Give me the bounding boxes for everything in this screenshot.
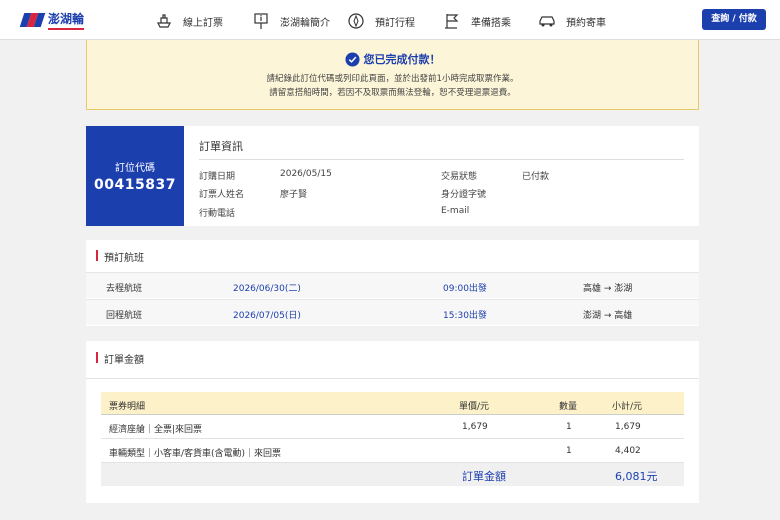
notice-line-1: 請紀錄此訂位代碼或列印此頁面，並於出發前1小時完成取票作業。 [266, 74, 519, 84]
amount-table-header: 票券明細 單價/元 數量 小計/元 [101, 392, 684, 415]
nav-prepare-boarding[interactable]: 準備搭乘 [443, 12, 511, 30]
flight-date: 2026/06/30(二) [233, 284, 301, 294]
table-row: 經濟座艙｜全票|來回票 1,679 1 1,679 [101, 415, 684, 439]
flights-card: 預訂航班 去程航班 2026/06/30(二) 09:00出發 高雄 → 澎湖 … [86, 240, 699, 326]
info-sign-icon [254, 13, 268, 29]
notice-title: 您已完成付款！ [363, 53, 441, 66]
query-payment-button[interactable]: 查詢 / 付款 [702, 9, 766, 30]
status-value: 已付款 [522, 172, 550, 182]
row-item: 經濟座艙｜全票|來回票 [109, 425, 203, 435]
booking-code: 00415837 [94, 177, 176, 193]
top-navbar: 澎湖輪 線上訂票 澎湖輪簡介 預訂行程 準備搭乘 預約寄車 查詢 / 付款 [0, 0, 780, 40]
nav-booking-schedule[interactable]: 預訂行程 [347, 12, 415, 30]
check-circle-icon [344, 51, 360, 67]
row-item: 車輛類型｜小客車/客貨車(含電動)｜來回票 [109, 449, 282, 459]
booking-code-label: 訂位代碼 [115, 163, 155, 174]
name-label: 訂票人姓名 [199, 190, 245, 200]
flight-type: 去程航班 [106, 284, 143, 294]
status-label: 交易狀態 [441, 172, 478, 182]
logo-mark-icon [19, 13, 46, 27]
nav-ferry-intro[interactable]: 澎湖輪簡介 [252, 12, 330, 30]
flight-row-outbound: 去程航班 2026/06/30(二) 09:00出發 高雄 → 澎湖 [86, 272, 699, 298]
flights-section-title: 預訂航班 [96, 249, 144, 264]
amount-section-title: 訂單金額 [96, 351, 144, 366]
nav-car-reservation[interactable]: 預約寄車 [538, 12, 606, 30]
name-value: 廖子賢 [280, 190, 308, 200]
amount-total-row: 訂單金額 6,081元 [101, 463, 684, 486]
flag-icon [445, 14, 459, 29]
purchase-date-value: 2026/05/15 [280, 169, 332, 179]
order-info-card: 訂位代碼 00415837 訂單資訊 訂購日期 2026/05/15 交易狀態 … [86, 126, 699, 226]
col-qty: 數量 [559, 402, 578, 412]
nav-online-booking[interactable]: 線上訂票 [155, 12, 223, 30]
compass-icon [348, 13, 364, 29]
flight-time: 15:30出發 [443, 311, 487, 321]
booking-code-box: 訂位代碼 00415837 [86, 126, 184, 226]
row-qty: 1 [566, 446, 572, 456]
flight-date: 2026/07/05(日) [233, 311, 301, 321]
flight-time: 09:00出發 [443, 284, 487, 294]
nav-label: 預約寄車 [566, 17, 606, 29]
col-price: 單價/元 [459, 402, 490, 412]
car-icon [539, 16, 555, 27]
col-item: 票券明細 [109, 402, 146, 412]
amount-card: 訂單金額 票券明細 單價/元 數量 小計/元 經濟座艙｜全票|來回票 1,679… [86, 341, 699, 503]
purchase-date-label: 訂購日期 [199, 172, 236, 182]
row-qty: 1 [566, 422, 572, 432]
nav-label: 預訂行程 [375, 17, 415, 29]
order-info-title: 訂單資訊 [199, 140, 243, 153]
email-label: E-mail [441, 206, 470, 216]
flight-type: 回程航班 [106, 311, 143, 321]
row-price: 1,679 [462, 422, 488, 432]
col-subtotal: 小計/元 [612, 402, 643, 412]
notice-title-row: 您已完成付款！ [87, 51, 698, 67]
brand-name: 澎湖輪 [48, 10, 85, 30]
payment-success-notice: 您已完成付款！ 請紀錄此訂位代碼或列印此頁面，並於出發前1小時完成取票作業。 請… [86, 40, 699, 110]
brand-logo[interactable]: 澎湖輪 [19, 10, 85, 30]
table-row: 車輛類型｜小客車/客貨車(含電動)｜來回票 1 4,402 [101, 439, 684, 463]
flight-route: 澎湖 → 高雄 [583, 311, 633, 321]
phone-label: 行動電話 [199, 209, 236, 219]
divider [86, 378, 699, 379]
total-label: 訂單金額 [462, 470, 506, 483]
flight-row-return: 回程航班 2026/07/05(日) 15:30出發 澎湖 → 高雄 [86, 299, 699, 325]
row-subtotal: 1,679 [615, 422, 641, 432]
total-value: 6,081元 [615, 470, 658, 483]
flight-route: 高雄 → 澎湖 [583, 284, 633, 294]
divider [199, 159, 684, 160]
row-subtotal: 4,402 [615, 446, 641, 456]
nav-label: 線上訂票 [183, 17, 223, 29]
id-label: 身分證字號 [441, 190, 487, 200]
ship-icon [157, 14, 171, 28]
amount-table: 票券明細 單價/元 數量 小計/元 經濟座艙｜全票|來回票 1,679 1 1,… [101, 392, 684, 486]
notice-line-2: 請留意搭船時間，若因不及取票而無法登輪，恕不受理退票退費。 [269, 88, 516, 98]
nav-label: 準備搭乘 [471, 17, 511, 29]
nav-label: 澎湖輪簡介 [280, 17, 330, 29]
